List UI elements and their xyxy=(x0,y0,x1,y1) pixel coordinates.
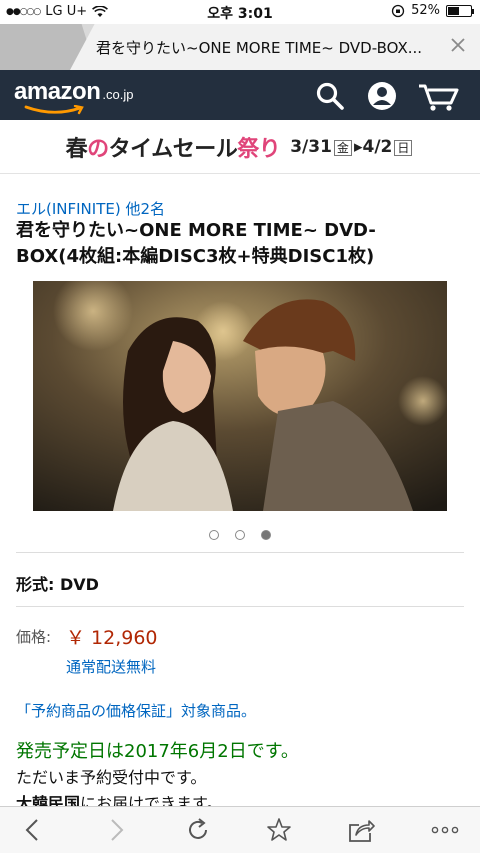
reload-icon xyxy=(189,818,207,839)
banner-date-start: 3/31 xyxy=(290,136,332,157)
share-icon xyxy=(349,820,375,842)
forward-icon xyxy=(111,819,124,841)
sale-banner-dates: 3/31 金 ▸4/2 日 xyxy=(290,137,414,157)
tab-title[interactable]: 君を守りたい~ONE MORE TIME~ DVD-BOX... xyxy=(96,37,441,58)
product-author-link[interactable]: エル(INFINITE) 他2名 xyxy=(16,198,165,219)
logo-smile-icon xyxy=(24,105,84,115)
price-guarantee-link[interactable]: 「予約商品の価格保証」対象商品。 xyxy=(16,700,256,721)
battery-icon xyxy=(446,4,474,17)
logo-word: amazon xyxy=(14,78,101,105)
banner-text-3: タイムセール xyxy=(108,136,238,162)
product-image[interactable] xyxy=(33,281,447,511)
browser-toolbar xyxy=(0,806,480,853)
product-title: 君を守りたい~ONE MORE TIME~ DVD- BOX(4枚組:本編DIS… xyxy=(16,218,466,270)
carousel-dot[interactable] xyxy=(209,530,219,540)
product-photo-illustration xyxy=(33,281,447,511)
banner-date-end: 4/2 xyxy=(362,136,393,157)
product-title-line-2: BOX(4枚組:本編DISC3枚+特典DISC1枚) xyxy=(16,246,375,267)
product-detail: エル(INFINITE) 他2名 君を守りたい~ONE MORE TIME~ D… xyxy=(0,174,480,806)
banner-day-end: 日 xyxy=(394,139,413,156)
bookmark-icon xyxy=(267,818,291,841)
product-format: 形式: DVD xyxy=(16,575,99,594)
banner-text-4: 祭り xyxy=(237,136,281,162)
product-price: ￥ 12,960 xyxy=(66,627,158,649)
divider xyxy=(16,552,464,553)
back-icon xyxy=(25,819,38,841)
divider xyxy=(16,606,464,607)
image-carousel-dots[interactable] xyxy=(0,530,480,540)
product-title-line-1: 君を守りたい~ONE MORE TIME~ DVD- xyxy=(16,220,376,241)
back-button[interactable] xyxy=(17,816,47,844)
amazon-header: amazon .co.jp xyxy=(0,70,480,120)
share-button[interactable] xyxy=(346,816,376,844)
logo-tld: .co.jp xyxy=(102,87,134,102)
price-label: 価格: xyxy=(16,628,52,646)
status-right: 52% xyxy=(391,3,474,18)
cart-icon[interactable] xyxy=(418,80,460,112)
search-icon[interactable] xyxy=(314,80,346,112)
preorder-status: ただいま予約受付中です。 xyxy=(16,768,207,787)
browser-tab-bar: 君を守りたい~ONE MORE TIME~ DVD-BOX... xyxy=(0,24,480,70)
account-icon[interactable] xyxy=(366,80,398,112)
free-shipping-link[interactable]: 通常配送無料 xyxy=(66,656,156,677)
sale-banner-title: 春のタイムセール祭り xyxy=(66,131,281,163)
status-bar: ●●○○○ LG U+ 오후 3:01 52% xyxy=(0,0,480,24)
banner-day-start: 金 xyxy=(333,139,352,156)
orientation-lock-icon xyxy=(391,4,405,17)
carousel-dot[interactable] xyxy=(235,530,245,540)
banner-text-1: 春 xyxy=(65,136,88,162)
delivery-text: にお届けできます。 xyxy=(80,794,223,806)
close-tab-icon[interactable] xyxy=(448,35,468,55)
banner-text-2: の xyxy=(87,136,109,162)
delivery-destination: 大韓民国にお届けできます。 xyxy=(16,790,222,806)
carousel-dot[interactable] xyxy=(261,530,271,540)
bookmark-button[interactable] xyxy=(264,816,294,844)
more-button[interactable] xyxy=(430,816,460,844)
sale-banner[interactable]: 春のタイムセール祭り 3/31 金 ▸4/2 日 xyxy=(0,120,480,174)
battery-percent: 52% xyxy=(411,3,440,18)
reload-button[interactable] xyxy=(183,816,213,844)
more-icon xyxy=(431,826,459,834)
release-date: 発売予定日は2017年6月2日です。 xyxy=(16,741,299,762)
forward-button[interactable] xyxy=(102,816,132,844)
delivery-country[interactable]: 大韓民国 xyxy=(16,794,80,806)
amazon-logo[interactable]: amazon .co.jp xyxy=(14,78,134,115)
